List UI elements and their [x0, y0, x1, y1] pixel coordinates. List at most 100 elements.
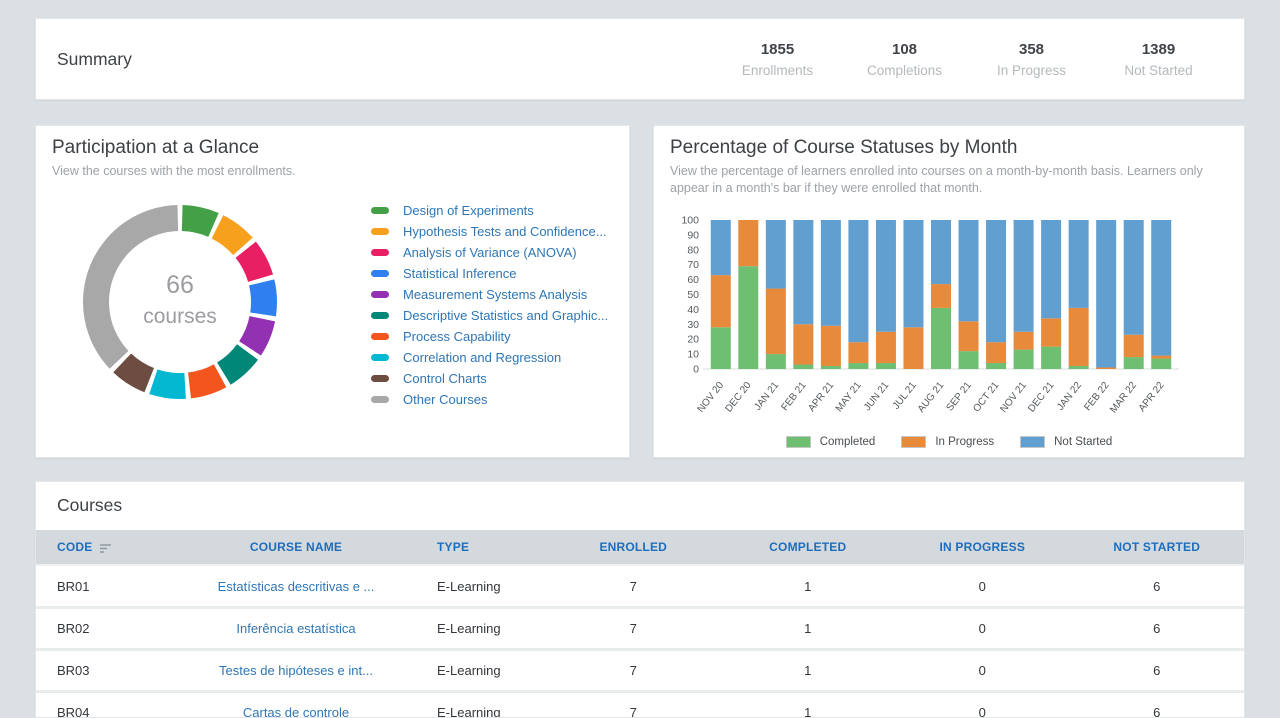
column-header-type[interactable]: TYPE: [416, 540, 546, 554]
course-name-link[interactable]: Inferência estatística: [176, 621, 416, 636]
bar-segment[interactable]: [1041, 220, 1061, 318]
bar-segment[interactable]: [1124, 335, 1144, 357]
table-cell: 6: [1070, 705, 1245, 718]
table-cell: E-Learning: [416, 705, 546, 718]
bar-segment[interactable]: [1151, 359, 1171, 369]
bar-segment[interactable]: [1124, 357, 1144, 369]
bar-segment[interactable]: [1014, 350, 1034, 369]
bar-chart-legend: Completed In Progress Not Started: [654, 436, 1244, 448]
column-header-in-progress[interactable]: IN PROGRESS: [895, 540, 1070, 554]
participation-panel: Participation at a Glance View the cours…: [35, 125, 630, 458]
donut-legend-item[interactable]: Descriptive Statistics and Graphic...: [371, 305, 608, 326]
bar-segment[interactable]: [821, 366, 841, 369]
bar-segment[interactable]: [959, 351, 979, 369]
donut-legend-item[interactable]: Other Courses: [371, 389, 608, 410]
donut-segment[interactable]: [182, 205, 219, 237]
bar-segment[interactable]: [931, 284, 951, 308]
column-header-course-name[interactable]: COURSE NAME: [176, 540, 416, 554]
y-tick-label: 50: [687, 289, 699, 301]
bar-segment[interactable]: [821, 220, 841, 326]
bar-segment[interactable]: [931, 308, 951, 369]
course-name-link[interactable]: Testes de hipóteses e int...: [176, 663, 416, 678]
bar-segment[interactable]: [1069, 366, 1089, 369]
bar-segment[interactable]: [986, 342, 1006, 363]
donut-segment[interactable]: [217, 344, 258, 384]
y-tick-label: 100: [681, 215, 699, 227]
table-cell: 1: [721, 705, 896, 718]
donut-legend-item[interactable]: Process Capability: [371, 326, 608, 347]
x-tick-label: MAY 21: [834, 380, 864, 414]
bar-segment[interactable]: [711, 327, 731, 369]
bar-segment[interactable]: [1069, 308, 1089, 366]
column-header-code[interactable]: CODE: [36, 540, 176, 554]
bar-segment[interactable]: [986, 363, 1006, 369]
bar-segment[interactable]: [876, 363, 896, 369]
bar-segment[interactable]: [1069, 220, 1089, 308]
bar-segment[interactable]: [1014, 220, 1034, 332]
donut-legend-item[interactable]: Analysis of Variance (ANOVA): [371, 242, 608, 263]
donut-segment[interactable]: [83, 205, 178, 369]
bar-segment[interactable]: [1096, 220, 1116, 368]
donut-segment[interactable]: [188, 364, 226, 398]
bar-segment[interactable]: [959, 321, 979, 351]
donut-segment[interactable]: [212, 215, 253, 255]
table-cell: 7: [546, 621, 721, 636]
bar-segment[interactable]: [1151, 356, 1171, 359]
bar-segment[interactable]: [793, 220, 813, 324]
bar-segment[interactable]: [1014, 332, 1034, 350]
legend-swatch-icon: [901, 436, 926, 448]
bar-segment[interactable]: [1124, 220, 1144, 335]
bar-segment[interactable]: [848, 220, 868, 342]
bar-segment[interactable]: [931, 220, 951, 284]
bar-segment[interactable]: [986, 220, 1006, 342]
bar-legend-item[interactable]: Completed: [786, 436, 876, 448]
donut-legend-item[interactable]: Hypothesis Tests and Confidence...: [371, 221, 608, 242]
bar-segment[interactable]: [793, 324, 813, 364]
bar-segment[interactable]: [848, 363, 868, 369]
table-cell: 1: [721, 579, 896, 594]
table-cell: BR03: [36, 663, 176, 678]
column-header-completed[interactable]: COMPLETED: [721, 540, 896, 554]
donut-segment[interactable]: [239, 316, 275, 355]
bar-legend-item[interactable]: Not Started: [1020, 436, 1112, 448]
bar-segment[interactable]: [766, 220, 786, 289]
bar-segment[interactable]: [738, 220, 758, 266]
table-row: BR02Inferência estatísticaE-Learning7106: [36, 606, 1244, 648]
bar-segment[interactable]: [848, 342, 868, 363]
bar-segment[interactable]: [793, 365, 813, 369]
bar-segment[interactable]: [1041, 347, 1061, 369]
bar-segment[interactable]: [1096, 368, 1116, 369]
donut-legend-item[interactable]: Design of Experiments: [371, 200, 608, 221]
bar-segment[interactable]: [711, 275, 731, 327]
bar-segment[interactable]: [738, 266, 758, 369]
legend-label: Measurement Systems Analysis: [403, 287, 587, 302]
table-cell: E-Learning: [416, 663, 546, 678]
bar-legend-item[interactable]: In Progress: [901, 436, 994, 448]
bar-segment[interactable]: [766, 289, 786, 355]
bar-segment[interactable]: [1151, 220, 1171, 356]
stacked-bar-chart[interactable]: 0102030405060708090100NOV 20DEC 20JAN 21…: [666, 204, 1236, 426]
bar-segment[interactable]: [766, 354, 786, 369]
bar-segment[interactable]: [903, 327, 923, 369]
bar-segment[interactable]: [1041, 318, 1061, 346]
bar-segment[interactable]: [903, 220, 923, 327]
donut-segment[interactable]: [249, 279, 277, 316]
course-name-link[interactable]: Cartas de controle: [176, 705, 416, 718]
donut-segment[interactable]: [149, 369, 186, 399]
sort-icon[interactable]: [99, 542, 112, 553]
course-name-link[interactable]: Estatísticas descritivas e ...: [176, 579, 416, 594]
donut-legend-item[interactable]: Control Charts: [371, 368, 608, 389]
bar-segment[interactable]: [876, 332, 896, 363]
y-tick-label: 0: [693, 364, 699, 376]
donut-chart[interactable]: 66courses: [64, 186, 296, 418]
bar-segment[interactable]: [876, 220, 896, 332]
donut-legend-item[interactable]: Measurement Systems Analysis: [371, 284, 608, 305]
bar-segment[interactable]: [959, 220, 979, 321]
donut-legend-item[interactable]: Correlation and Regression: [371, 347, 608, 368]
bar-segment[interactable]: [711, 220, 731, 275]
x-tick-label: DEC 21: [1026, 380, 1056, 415]
bar-segment[interactable]: [821, 326, 841, 366]
column-header-not-started[interactable]: NOT STARTED: [1070, 540, 1245, 554]
column-header-enrolled[interactable]: ENROLLED: [546, 540, 721, 554]
donut-legend-item[interactable]: Statistical Inference: [371, 263, 608, 284]
